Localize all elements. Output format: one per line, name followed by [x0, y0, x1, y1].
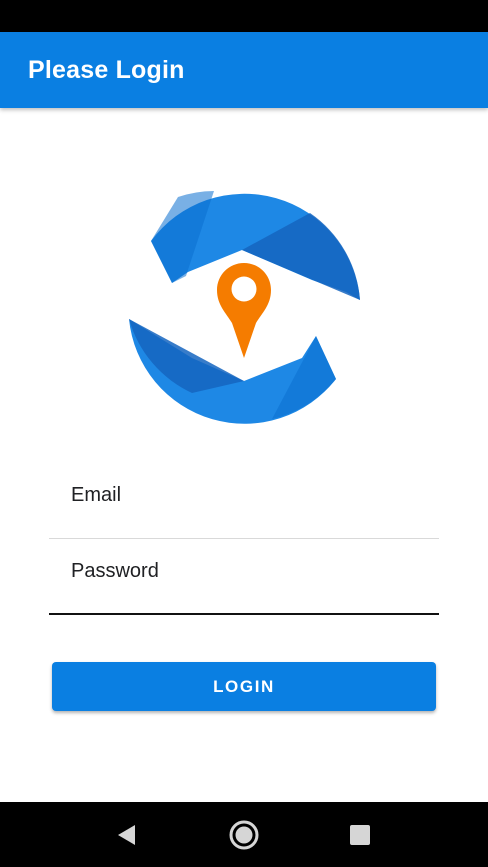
app-logo-icon: [129, 191, 360, 424]
back-icon[interactable]: [107, 816, 145, 854]
password-underline: [49, 613, 439, 615]
page-title: Please Login: [28, 56, 185, 84]
password-placeholder: Password: [71, 560, 159, 582]
password-field[interactable]: Password: [49, 543, 439, 615]
location-pin-icon: [217, 263, 271, 358]
logo-ring-lower: [129, 319, 336, 424]
recents-icon[interactable]: [341, 816, 379, 854]
home-icon[interactable]: [225, 816, 263, 854]
app-bar: Please Login: [0, 32, 488, 108]
email-field[interactable]: Email: [49, 467, 439, 539]
login-screen: Please Login Email Password LOGIN: [0, 0, 488, 867]
login-button[interactable]: LOGIN: [52, 662, 436, 711]
system-nav-bar: [0, 802, 488, 867]
email-underline: [49, 538, 439, 539]
status-bar: [0, 0, 488, 32]
email-placeholder: Email: [71, 484, 122, 506]
